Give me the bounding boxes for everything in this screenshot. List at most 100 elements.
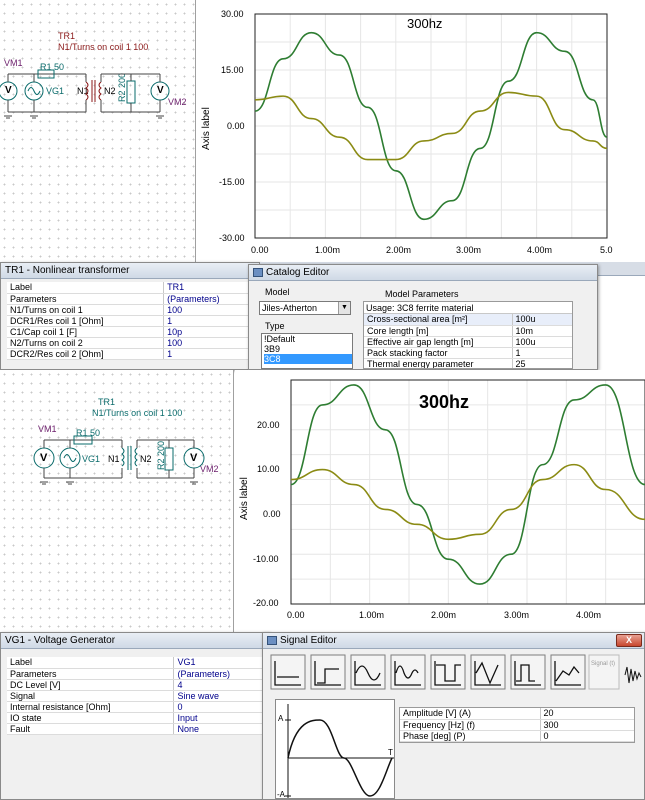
param-name: C1/Cap coil 1 [F] <box>7 326 164 338</box>
signal-params[interactable]: Amplitude [V] (A) 20 Frequency [Hz] (f) 30… <box>399 707 635 743</box>
top-chart-panel: 300hz Axis label 30.00 15.00 0.00 -15.00… <box>197 0 645 262</box>
param-value[interactable]: TR1 <box>163 282 256 294</box>
table-row[interactable]: Pack stacking factor 1 <box>364 347 572 359</box>
catalog-model-label: Model <box>265 287 290 297</box>
vm2-glyph: V <box>157 85 164 96</box>
catalog-title-bar[interactable]: Catalog Editor <box>249 265 597 281</box>
catalog-params-grid[interactable]: Usage: 3C8 ferrite material Cross-sectio… <box>363 301 573 369</box>
param-value[interactable]: 4 <box>173 679 266 691</box>
param-value[interactable]: 1 <box>163 315 256 327</box>
catalog-title: Catalog Editor <box>266 267 330 278</box>
bottom-x-tick: 0.00 <box>287 610 305 620</box>
param-value[interactable]: 100 <box>163 337 256 349</box>
table-row[interactable]: Signal Sine wave <box>7 690 266 702</box>
top-chart[interactable] <box>197 0 645 262</box>
signal-t-button-label: Signal (t) <box>591 661 616 667</box>
waveform-toolbar[interactable] <box>263 653 645 693</box>
param-value[interactable]: 0 <box>539 730 634 742</box>
top-x-tick: 0.00 <box>251 245 269 255</box>
signal-editor-window[interactable]: Signal Editor X Signal (t) A -A T Amplit… <box>262 632 645 800</box>
table-row[interactable]: Label TR1 <box>7 282 256 294</box>
top-y-tick: 0.00 <box>227 121 245 131</box>
param-value[interactable]: (Parameters) <box>173 668 266 680</box>
top-y-tick: -30.00 <box>219 233 245 243</box>
param-name: Cross-sectional area [m²] <box>364 314 512 326</box>
table-row[interactable]: Internal resistance [Ohm] 0 <box>7 701 266 713</box>
table-row[interactable]: DCR2/Res coil 2 [Ohm] 1 <box>7 348 256 360</box>
table-row[interactable]: IO state Input <box>7 712 266 724</box>
bottom-chart-grid <box>291 380 645 604</box>
param-value[interactable]: None <box>173 723 266 735</box>
dc-wave-button[interactable] <box>270 654 306 690</box>
top-chart-grid <box>255 14 607 238</box>
param-value[interactable]: 1 <box>511 347 572 359</box>
noise-wave-icon <box>624 666 642 684</box>
bottom-y-tick: 0.00 <box>263 509 281 519</box>
table-row[interactable]: Core length [m] 10m <box>364 325 572 337</box>
bottom-x-tick: 2.00m <box>431 610 457 620</box>
param-value[interactable]: 20 <box>539 708 634 720</box>
tr1-param-table[interactable]: Label TR1 Parameters (Parameters) N1/Turns… <box>7 282 256 360</box>
table-row[interactable]: Cross-sectional area [m²] 100u <box>364 314 572 326</box>
table-row[interactable]: N2/Turns on coil 2 100 <box>7 337 256 349</box>
table-row[interactable]: Amplitude [V] (A) 20 <box>400 708 634 720</box>
top-x-tick: 5.0 <box>600 245 613 255</box>
param-value[interactable]: 100 <box>163 304 256 316</box>
param-value[interactable]: VG1 <box>173 657 266 669</box>
bottom-circuit-diagram[interactable] <box>0 370 234 500</box>
table-row[interactable]: Parameters (Parameters) <box>7 293 256 305</box>
param-value[interactable]: 1 <box>163 348 256 360</box>
param-value[interactable]: 25 <box>511 358 572 368</box>
list-item[interactable]: 3C8 <box>264 354 352 364</box>
table-row[interactable]: Effective air gap length [m] 100u <box>364 336 572 348</box>
catalog-param-table[interactable]: Cross-sectional area [m²] 100u Core lengt… <box>364 314 572 368</box>
table-row[interactable]: Parameters (Parameters) <box>7 668 266 680</box>
t-label: T <box>388 748 393 757</box>
usage-text: Usage: 3C8 ferrite material <box>364 302 572 314</box>
table-row[interactable]: Label VG1 <box>7 657 266 669</box>
table-row[interactable]: Thermal energy parameter 25 <box>364 358 572 368</box>
bottom-x-tick: 4.00m <box>576 610 602 620</box>
table-row[interactable]: DCR1/Res coil 1 [Ohm] 1 <box>7 315 256 327</box>
catalog-type-list[interactable]: !Default 3B9 3C8 <box>261 333 353 369</box>
vg1-title[interactable]: VG1 - Voltage Generator <box>1 633 269 649</box>
table-row[interactable]: Fault None <box>7 723 266 735</box>
param-value[interactable]: 100u <box>511 314 572 326</box>
vg1-param-table[interactable]: Label VG1 Parameters (Parameters) DC Level… <box>7 657 266 735</box>
catalog-model-select[interactable]: Jiles-Atherton ▼ <box>259 301 351 315</box>
table-row[interactable]: DC Level [V] 4 <box>7 679 266 691</box>
vm1-glyph: V <box>40 452 48 464</box>
bottom-y-tick: -10.00 <box>253 554 279 564</box>
close-button[interactable]: X <box>616 634 642 647</box>
square-wave-button[interactable] <box>430 654 466 690</box>
signal-title-bar[interactable]: Signal Editor X <box>263 633 644 649</box>
param-value[interactable]: 300 <box>539 719 634 731</box>
param-name: Fault <box>7 723 174 735</box>
table-row[interactable]: C1/Cap coil 1 [F] 10p <box>7 326 256 338</box>
param-value[interactable]: 0 <box>173 701 266 713</box>
chevron-down-icon: ▼ <box>338 302 350 314</box>
top-x-tick: 4.00m <box>527 245 553 255</box>
step-wave-button[interactable] <box>310 654 346 690</box>
table-row[interactable]: N1/Turns on coil 1 100 <box>7 304 256 316</box>
param-value[interactable]: 10m <box>511 325 572 337</box>
param-value[interactable]: Input <box>173 712 266 724</box>
tr1-window[interactable]: TR1 - Nonlinear transformer Label TR1 Par… <box>0 262 260 370</box>
pwl-wave-button[interactable] <box>550 654 586 690</box>
param-name: DC Level [V] <box>7 679 174 691</box>
table-row[interactable]: Frequency [Hz] (f) 300 <box>400 719 634 731</box>
param-value[interactable]: 100u <box>511 336 572 348</box>
signal-param-table[interactable]: Amplitude [V] (A) 20 Frequency [Hz] (f) 30… <box>400 708 634 742</box>
vg1-window[interactable]: VG1 - Voltage Generator Label VG1 Paramet… <box>0 632 270 800</box>
param-value[interactable]: Sine wave <box>173 690 266 702</box>
catalog-editor-window[interactable]: Catalog Editor Model Jiles-Atherton ▼ Ty… <box>248 264 598 370</box>
pulse-wave-button[interactable] <box>510 654 546 690</box>
tr1-title[interactable]: TR1 - Nonlinear transformer <box>1 263 259 279</box>
list-item[interactable]: !Default <box>264 334 352 344</box>
list-item[interactable]: 3B9 <box>264 344 352 354</box>
bottom-y-tick: 10.00 <box>257 464 280 474</box>
top-circuit-diagram[interactable] <box>0 0 196 130</box>
param-value[interactable]: 10p <box>163 326 256 338</box>
table-row[interactable]: Phase [deg] (P) 0 <box>400 730 634 742</box>
param-value[interactable]: (Parameters) <box>163 293 256 305</box>
